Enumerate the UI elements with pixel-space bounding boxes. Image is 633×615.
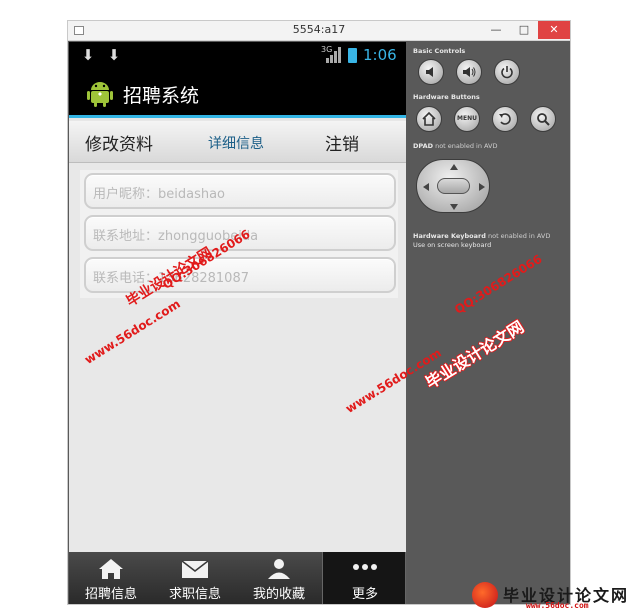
logo-url: www.56doc.com — [526, 601, 589, 610]
search-button[interactable] — [530, 106, 556, 132]
tab-detail-info[interactable]: 详细信息 — [208, 133, 264, 153]
bottom-navigation: 招聘信息 求职信息 我的收藏 更多 — [69, 552, 406, 604]
tab-bar: 修改资料 详细信息 注销 — [69, 121, 406, 163]
keyboard-heading-label: Hardware Keyboard — [413, 232, 486, 240]
keyboard-note-2: Use on screen keyboard — [413, 241, 492, 249]
volume-up-button[interactable] — [456, 59, 482, 85]
dpad-heading-label: DPAD — [413, 142, 433, 150]
mail-icon — [181, 560, 209, 578]
menu-button[interactable]: MENU — [454, 106, 480, 132]
volume-up-icon — [463, 67, 476, 77]
status-bar: ⬇ ⬇ 3G 1:06 — [69, 42, 406, 70]
battery-icon — [348, 48, 357, 63]
tab-edit-profile[interactable]: 修改资料 — [85, 130, 153, 155]
menu-button-label: MENU — [457, 115, 477, 122]
home-icon — [422, 111, 436, 126]
tab-logout[interactable]: 注销 — [325, 130, 359, 155]
home-icon — [99, 559, 123, 579]
window-titlebar: 5554:a17 — □ ✕ — [68, 21, 570, 41]
nav-seeking[interactable]: 求职信息 — [153, 552, 237, 604]
power-icon — [501, 66, 513, 79]
status-clock: 1:06 — [363, 46, 397, 64]
dpad-control[interactable] — [416, 159, 490, 213]
keyboard-heading: Hardware Keyboard not enabled in AVD — [413, 232, 550, 240]
nav-more[interactable]: 更多 — [322, 552, 406, 604]
volume-down-button[interactable] — [418, 59, 444, 85]
search-icon — [537, 113, 550, 126]
app-title: 招聘系统 — [123, 85, 200, 107]
back-icon — [499, 113, 511, 125]
more-icon — [353, 564, 377, 570]
back-button[interactable] — [492, 106, 518, 132]
hardware-buttons-heading: Hardware Buttons — [413, 93, 480, 101]
dpad-note: not enabled in AVD — [435, 142, 498, 150]
dpad-center-button[interactable] — [437, 178, 470, 194]
download-icon: ⬇ — [81, 46, 95, 64]
nav-more-label: 更多 — [351, 587, 378, 602]
home-button[interactable] — [416, 106, 442, 132]
action-bar: 招聘系统 — [69, 70, 406, 118]
close-button[interactable]: ✕ — [538, 21, 570, 39]
basic-controls-heading: Basic Controls — [413, 47, 466, 55]
person-icon — [268, 559, 290, 579]
phone-screen: ⬇ ⬇ 3G 1:06 招聘系统 修改资料 详细信息 注销 用户昵称：beida… — [69, 42, 406, 604]
nickname-text: 用户昵称：beidashao — [93, 187, 226, 202]
content-area: 用户昵称：beidashao 联系地址：zhongguobeida 联系电话：1… — [69, 163, 406, 552]
minimize-button[interactable]: — — [482, 21, 510, 39]
nav-jobs[interactable]: 招聘信息 — [69, 552, 153, 604]
nickname-field[interactable]: 用户昵称：beidashao — [84, 173, 396, 209]
maximize-button[interactable]: □ — [510, 21, 538, 39]
logo-mark-icon — [472, 582, 498, 608]
emulator-window: 5554:a17 — □ ✕ ⬇ ⬇ 3G 1:06 招聘系统 修改资料 详细信… — [67, 20, 571, 605]
emulator-controls: Basic Controls Hardware Buttons MENU DPA… — [408, 42, 570, 604]
dpad-heading: DPAD not enabled in AVD — [413, 142, 498, 150]
power-button[interactable] — [494, 59, 520, 85]
signal-icon — [326, 47, 341, 63]
download-icon: ⬇ — [107, 46, 121, 64]
nav-seeking-label: 求职信息 — [168, 587, 221, 602]
nav-jobs-label: 招聘信息 — [84, 587, 137, 602]
keyboard-note: not enabled in AVD — [487, 232, 551, 240]
nav-favorites-label: 我的收藏 — [252, 587, 305, 602]
nav-favorites[interactable]: 我的收藏 — [237, 552, 321, 604]
volume-down-icon — [426, 67, 433, 77]
site-logo: 毕业设计论文网 www.56doc.com — [470, 582, 630, 612]
android-logo-icon — [87, 82, 113, 107]
